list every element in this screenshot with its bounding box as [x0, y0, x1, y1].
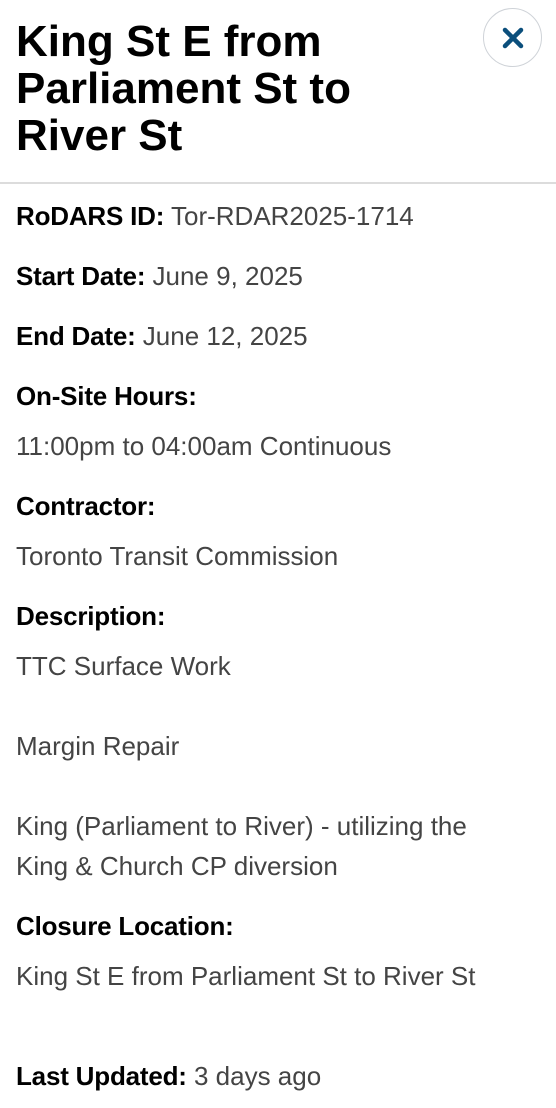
- start-date-row: Start Date: June 9, 2025: [16, 261, 303, 291]
- rodars-id-value: Tor-RDAR2025-1714: [170, 201, 414, 231]
- closure-location-label: Closure Location:: [16, 911, 234, 941]
- onsite-hours-value: 11:00pm to 04:00am Continuous: [16, 431, 392, 461]
- description-label: Description:: [16, 601, 166, 631]
- rodars-id-label: RoDARS ID:: [16, 201, 165, 231]
- closure-location-value: King St E from Parliament St to River St: [16, 961, 476, 991]
- last-updated-label: Last Updated:: [16, 1061, 187, 1091]
- end-date-value: June 12, 2025: [142, 321, 308, 351]
- end-date-row: End Date: June 12, 2025: [16, 321, 308, 351]
- panel-header: King St E from Parliament St to River St: [0, 0, 556, 184]
- close-button[interactable]: [483, 8, 542, 67]
- rodars-id-row: RoDARS ID: Tor-RDAR2025-1714: [16, 201, 414, 231]
- end-date-label: End Date:: [16, 321, 136, 351]
- description-line: King (Parliament to River) - utilizing t…: [16, 811, 467, 881]
- close-icon: [502, 27, 523, 48]
- description-line: TTC Surface Work: [16, 651, 231, 681]
- last-updated-row: Last Updated: 3 days ago: [16, 1061, 321, 1091]
- page-title: King St E from Parliament St to River St: [16, 17, 351, 160]
- onsite-hours-label: On-Site Hours:: [16, 381, 197, 411]
- contractor-label: Contractor:: [16, 491, 156, 521]
- last-updated-value: 3 days ago: [193, 1061, 322, 1091]
- contractor-value: Toronto Transit Commission: [16, 541, 339, 571]
- start-date-value: June 9, 2025: [152, 261, 303, 291]
- closure-details-panel: King St E from Parliament St to River St…: [0, 0, 556, 1108]
- start-date-label: Start Date:: [16, 261, 146, 291]
- description-line: Margin Repair: [16, 731, 180, 761]
